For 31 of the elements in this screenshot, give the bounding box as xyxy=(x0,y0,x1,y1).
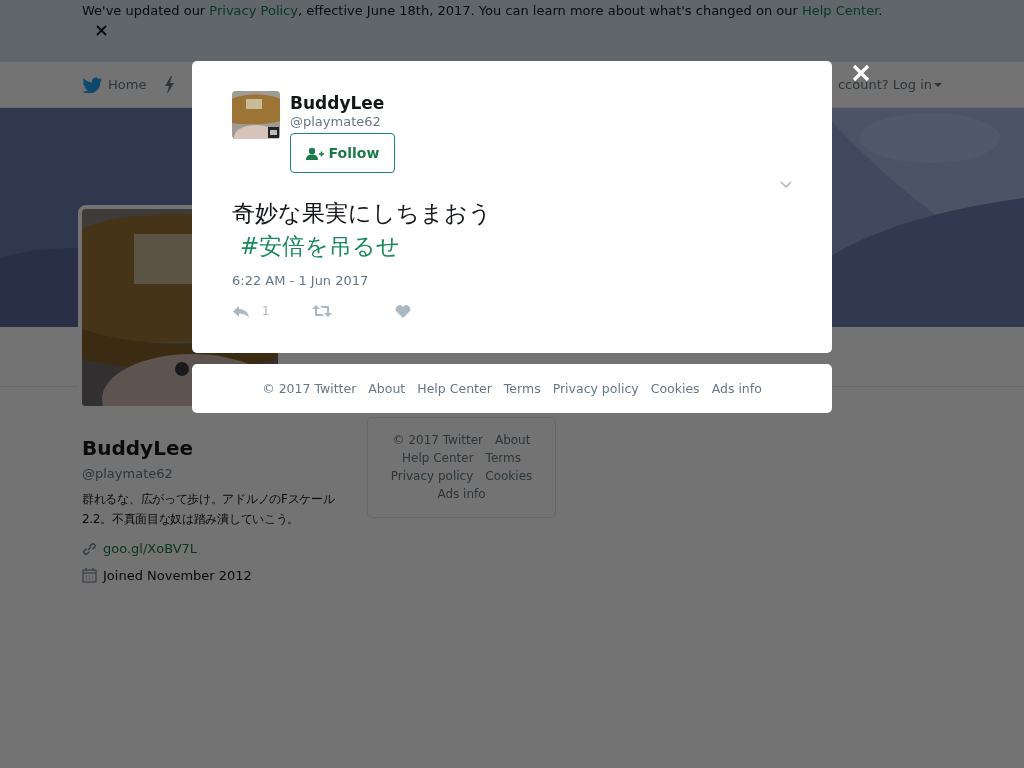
copyright-text: © 2017 Twitter xyxy=(392,432,483,448)
profile-handle: @playmate62 xyxy=(82,466,174,481)
calendar-icon xyxy=(82,568,97,583)
login-link[interactable]: ccount? Log in xyxy=(837,77,932,92)
footer-link[interactable]: Terms xyxy=(503,381,541,396)
footer-link[interactable]: Ads info xyxy=(711,381,762,396)
footer-link[interactable]: About xyxy=(368,381,406,396)
footer-link[interactable]: Privacy policy xyxy=(390,468,474,484)
footer-link[interactable]: Terms xyxy=(485,450,521,466)
footer-link[interactable]: Cookies xyxy=(485,468,533,484)
banner-link[interactable]: Help Center xyxy=(802,3,879,18)
footer-link[interactable]: About xyxy=(494,432,531,448)
copyright-text: © 2017 Twitter xyxy=(262,381,357,396)
user-name: BuddyLee xyxy=(290,93,386,113)
footer-link[interactable]: Help Center xyxy=(402,450,474,466)
profile-bio: 群れるな、広がって歩け。アドルノのFスケール2.2。不真面目な奴は踏み潰していこう。 xyxy=(82,491,336,528)
footer-link[interactable]: Cookies xyxy=(650,381,700,396)
close-icon[interactable] xyxy=(96,25,107,36)
caret-icon[interactable] xyxy=(934,82,942,87)
footer-link[interactable]: Ads info xyxy=(437,486,486,502)
banner-message: We've updated our Privacy Policy, effective June 18th, 2017. You can learn more about what's changed on our Help Center. xyxy=(82,2,884,19)
bird-icon xyxy=(82,76,102,93)
profile-link[interactable]: goo.gl/XoBV7L xyxy=(103,541,198,556)
banner-link[interactable]: Privacy Policy xyxy=(209,3,298,18)
footer-link[interactable]: Privacy policy xyxy=(552,381,639,396)
profile-name: BuddyLee xyxy=(82,436,195,460)
nav-link[interactable]: Home xyxy=(108,77,147,92)
link-icon xyxy=(82,541,97,556)
joined-date: Joined November 2012 xyxy=(103,568,252,583)
lightning-icon[interactable] xyxy=(164,75,175,94)
footer-link[interactable]: Help Center xyxy=(417,381,492,396)
